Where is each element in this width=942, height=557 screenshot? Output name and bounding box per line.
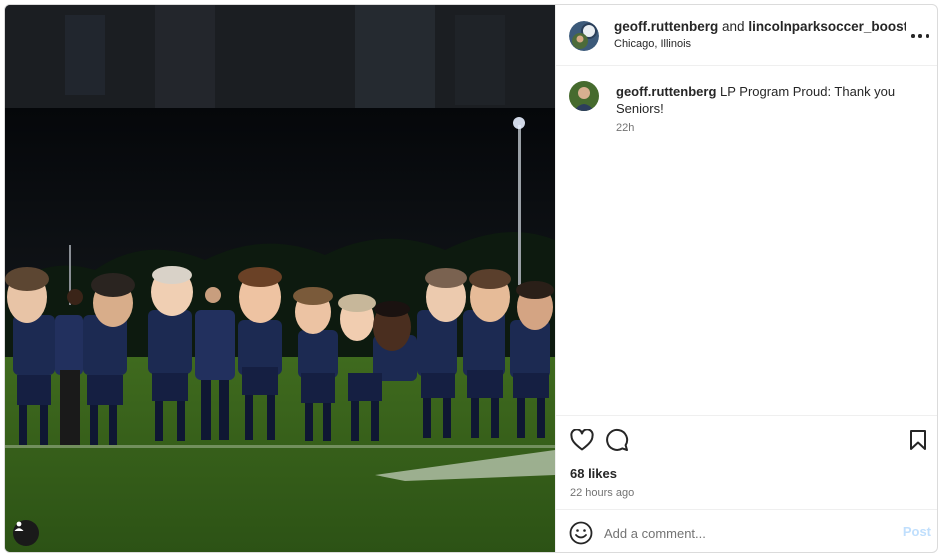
author-avatar[interactable]: [569, 21, 599, 51]
more-options-icon[interactable]: [911, 27, 929, 45]
add-comment-bar: Post: [556, 509, 937, 552]
emoji-icon[interactable]: [569, 521, 593, 550]
bookmark-icon[interactable]: [905, 427, 931, 453]
authors-conjunction: and: [722, 19, 745, 34]
post-header: geoff.ruttenberg and lincolnparksoccer_b…: [556, 5, 937, 66]
post-location[interactable]: Chicago, Illinois: [614, 38, 691, 50]
post-comment-button[interactable]: Post: [903, 524, 931, 539]
post-dialog: geoff.ruttenberg and lincolnparksoccer_b…: [4, 4, 938, 553]
caption-avatar[interactable]: [569, 81, 599, 111]
user-tag-icon[interactable]: [13, 520, 39, 546]
posted-time: 22 hours ago: [570, 487, 635, 499]
comment-bubble-icon[interactable]: [604, 427, 630, 453]
caption-time: 22h: [616, 122, 635, 134]
comment-input[interactable]: [604, 523, 874, 543]
caption-text-block: geoff.ruttenberg LP Program Proud: Thank…: [616, 83, 916, 117]
post-photo[interactable]: [5, 5, 555, 552]
post-caption: geoff.ruttenberg LP Program Proud: Thank…: [556, 66, 937, 415]
post-authors: geoff.ruttenberg and lincolnparksoccer_b…: [614, 19, 906, 34]
author-username[interactable]: geoff.ruttenberg: [614, 19, 718, 34]
post-actions: 68 likes 22 hours ago: [556, 415, 937, 509]
post-sidebar: geoff.ruttenberg and lincolnparksoccer_b…: [555, 5, 937, 552]
caption-username[interactable]: geoff.ruttenberg: [616, 84, 716, 99]
collaborator-username[interactable]: lincolnparksoccer_booste: [748, 19, 906, 34]
soccer-team-photo: [5, 5, 555, 552]
heart-icon[interactable]: [569, 427, 595, 453]
likes-count[interactable]: 68 likes: [570, 466, 617, 481]
